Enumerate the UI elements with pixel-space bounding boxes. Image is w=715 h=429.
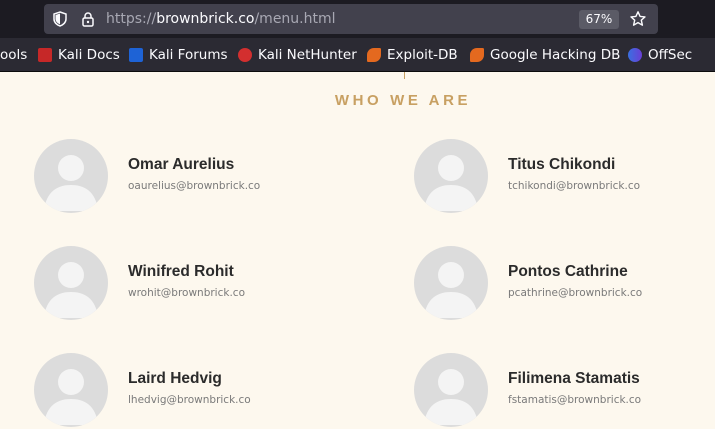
url-host: brownbrick.co [156, 11, 255, 27]
bookmark-label: Google Hacking DB [490, 46, 621, 63]
bookmarks-toolbar: ools Kali Docs Kali Forums Kali NetHunte… [0, 38, 715, 72]
lock-icon[interactable] [80, 11, 96, 27]
bookmark-label: Kali Docs [58, 46, 120, 63]
member-name: Pontos Cathrine [508, 263, 628, 280]
bookmark-tools[interactable]: ools [0, 38, 27, 71]
kali-docs-icon [38, 47, 52, 62]
tracking-protection-shield-icon[interactable] [52, 11, 68, 27]
member-name: Winifred Rohit [128, 263, 234, 280]
avatar-placeholder-icon [34, 139, 108, 213]
avatar-placeholder-icon [34, 353, 108, 427]
bookmark-kali-forums[interactable]: Kali Forums [129, 38, 228, 71]
offsec-icon [628, 47, 642, 62]
kali-nethunter-icon [238, 47, 252, 62]
bookmark-label: ools [0, 46, 28, 63]
zoom-level-button[interactable]: 67% [579, 10, 619, 29]
bookmark-google-hacking-db[interactable]: Google Hacking DB [470, 38, 620, 71]
bookmark-kali-docs[interactable]: Kali Docs [38, 38, 120, 71]
member-email[interactable]: lhedvig@brownbrick.co [128, 394, 251, 406]
avatar-placeholder-icon [414, 139, 488, 213]
url-text[interactable]: https://brownbrick.co/menu.html [106, 10, 336, 28]
avatar-placeholder-icon [34, 246, 108, 320]
member-email[interactable]: oaurelius@brownbrick.co [128, 180, 260, 192]
address-bar[interactable]: https://brownbrick.co/menu.html 67% [44, 4, 658, 34]
avatar-placeholder-icon [414, 246, 488, 320]
bookmark-label: Kali NetHunter [258, 46, 357, 63]
member-name: Laird Hedvig [128, 370, 222, 387]
team-page: WHO WE ARE Omar Aurelius oaurelius@brown… [0, 72, 715, 429]
url-path: /menu.html [254, 11, 336, 27]
exploit-db-icon [367, 47, 381, 62]
kali-forums-icon [129, 47, 143, 62]
member-email[interactable]: pcathrine@brownbrick.co [508, 287, 642, 299]
member-email[interactable]: tchikondi@brownbrick.co [508, 180, 640, 192]
bookmark-star-icon[interactable] [629, 10, 647, 28]
avatar-placeholder-icon [414, 353, 488, 427]
member-name: Omar Aurelius [128, 156, 235, 173]
member-name: Filimena Stamatis [508, 370, 640, 387]
bookmark-label: Exploit-DB [387, 46, 458, 63]
divider-line [404, 72, 405, 79]
bookmark-kali-nethunter[interactable]: Kali NetHunter [238, 38, 357, 71]
google-hacking-db-icon [470, 47, 484, 62]
member-email[interactable]: fstamatis@brownbrick.co [508, 394, 641, 406]
bookmark-offsec[interactable]: OffSec [628, 38, 692, 71]
section-title: WHO WE ARE [334, 92, 472, 109]
bookmark-label: OffSec [648, 46, 693, 63]
url-scheme: https:// [106, 11, 157, 27]
bookmark-label: Kali Forums [149, 46, 228, 63]
bookmark-exploit-db[interactable]: Exploit-DB [367, 38, 458, 71]
member-name: Titus Chikondi [508, 156, 616, 173]
browser-toolbar: https://brownbrick.co/menu.html 67% [0, 0, 715, 38]
member-email[interactable]: wrohit@brownbrick.co [128, 287, 245, 299]
